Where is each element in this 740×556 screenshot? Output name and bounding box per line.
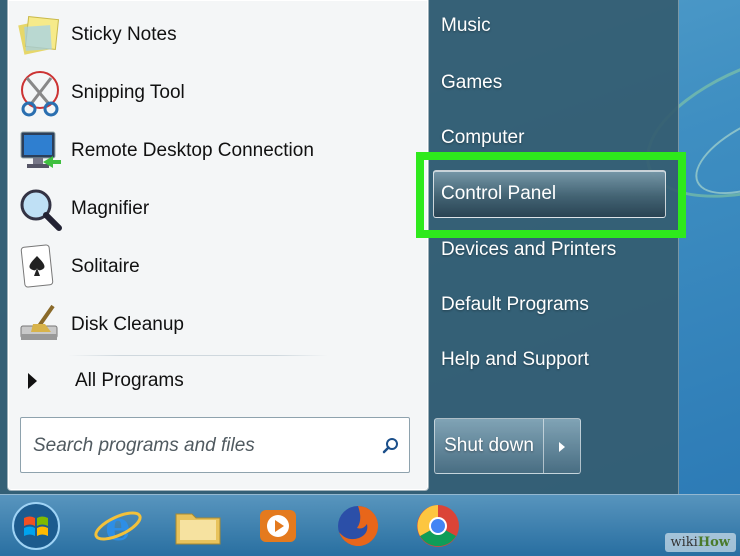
svg-text:e: e	[105, 503, 130, 550]
program-sticky-notes[interactable]: Sticky Notes	[13, 8, 423, 62]
menu-devices-printers[interactable]: Devices and Printers	[441, 239, 616, 261]
media-player-icon[interactable]	[252, 500, 304, 552]
menu-computer[interactable]: Computer	[441, 127, 524, 149]
internet-explorer-icon[interactable]: e	[92, 500, 144, 552]
program-label: Snipping Tool	[71, 82, 185, 103]
separator	[68, 355, 328, 356]
menu-games[interactable]: Games	[441, 72, 502, 94]
program-label: Disk Cleanup	[71, 314, 184, 335]
program-disk-cleanup[interactable]: Disk Cleanup	[13, 298, 423, 352]
program-label: Sticky Notes	[71, 24, 177, 45]
remote-desktop-icon	[13, 124, 67, 178]
sticky-notes-icon	[13, 8, 67, 62]
program-label: Magnifier	[71, 198, 150, 219]
solitaire-icon	[13, 240, 67, 294]
watermark-prefix: wiki	[670, 535, 698, 550]
program-snipping-tool[interactable]: Snipping Tool	[13, 66, 423, 120]
menu-help-support[interactable]: Help and Support	[441, 349, 589, 371]
firefox-icon[interactable]	[332, 500, 384, 552]
snipping-tool-icon	[13, 66, 67, 120]
shutdown-label: Shut down	[444, 435, 534, 456]
start-menu: Sticky Notes Snipping Tool Remote Deskto…	[0, 0, 686, 494]
file-explorer-icon[interactable]	[172, 500, 224, 552]
wikihow-watermark: wikiHow	[664, 533, 736, 552]
all-programs-button[interactable]: All Programs	[13, 362, 423, 400]
search-icon[interactable]	[381, 436, 401, 456]
program-remote-desktop[interactable]: Remote Desktop Connection	[13, 124, 423, 178]
shutdown-options-button[interactable]	[544, 418, 581, 474]
all-programs-label: All Programs	[75, 370, 184, 391]
program-label: Solitaire	[71, 256, 140, 277]
menu-control-panel[interactable]: Control Panel	[433, 170, 666, 218]
start-orb-icon[interactable]	[10, 500, 62, 552]
menu-default-programs[interactable]: Default Programs	[441, 294, 589, 316]
disk-cleanup-icon	[13, 298, 67, 352]
control-panel-label: Control Panel	[441, 183, 557, 204]
menu-music[interactable]: Music	[441, 15, 491, 37]
shutdown-button[interactable]: Shut down	[434, 418, 544, 474]
watermark-brand: How	[697, 535, 730, 550]
magnifier-icon	[13, 182, 67, 236]
search-input[interactable]	[31, 430, 375, 462]
taskbar: e wikiHow	[0, 494, 740, 556]
search-box[interactable]	[20, 417, 410, 473]
program-magnifier[interactable]: Magnifier	[13, 182, 423, 236]
triangle-right-icon	[28, 373, 37, 389]
programs-pane: Sticky Notes Snipping Tool Remote Deskto…	[7, 0, 429, 491]
program-label: Remote Desktop Connection	[71, 140, 314, 161]
program-solitaire[interactable]: Solitaire	[13, 240, 423, 294]
chrome-icon[interactable]	[412, 500, 464, 552]
